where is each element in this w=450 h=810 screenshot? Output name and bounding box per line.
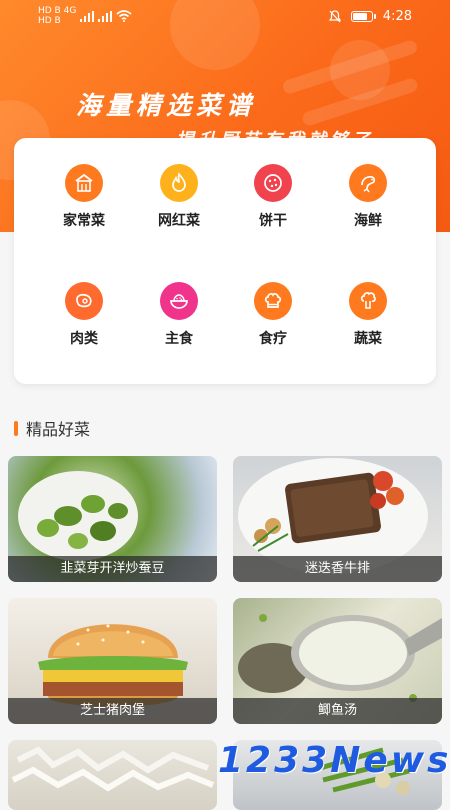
category-staple[interactable]: 主食: [139, 282, 219, 348]
dish-card[interactable]: 韭菜芽开洋炒蚕豆: [8, 456, 217, 582]
dish-name: 迷迭香牛排: [233, 556, 442, 582]
category-therapy[interactable]: 食疗: [233, 282, 313, 348]
network-label-top: HD B 4G: [38, 6, 77, 16]
chef-hat-icon: [254, 282, 292, 320]
wifi-icon: [116, 10, 132, 22]
clock: 4:28: [382, 9, 412, 24]
category-vegetable[interactable]: 蔬菜: [328, 282, 408, 348]
category-trending[interactable]: 网红菜: [139, 164, 219, 230]
dish-card[interactable]: 芝士猪肉堡: [8, 598, 217, 724]
network-label-bottom: HD B: [38, 16, 61, 26]
cookie-icon: [254, 164, 292, 202]
section-title: 精品好菜: [26, 420, 91, 439]
battery-icon: [350, 11, 376, 22]
signal-indicators: HD B 4G HD B: [38, 6, 132, 26]
section-accent-bar: [14, 420, 18, 436]
rice-bowl-icon: [160, 282, 198, 320]
status-bar: HD B 4G HD B 4:28: [0, 0, 450, 36]
dish-name: 芝士猪肉堡: [8, 698, 217, 724]
broccoli-icon: [349, 282, 387, 320]
watermark-logo: 1233News: [218, 740, 450, 781]
mute-icon: [328, 10, 341, 23]
signal-icon: [80, 10, 95, 22]
category-label: 肉类: [70, 331, 98, 347]
category-cookie[interactable]: 饼干: [233, 164, 313, 230]
shrimp-icon: [349, 164, 387, 202]
category-label: 家常菜: [63, 213, 105, 229]
category-label: 主食: [165, 331, 193, 347]
category-meat[interactable]: 肉类: [44, 282, 124, 348]
category-label: 网红菜: [158, 213, 200, 229]
dish-name: 鲫鱼汤: [233, 698, 442, 724]
dish-card[interactable]: 鲫鱼汤: [233, 598, 442, 724]
category-label: 食疗: [259, 331, 287, 347]
meat-icon: [65, 282, 103, 320]
category-seafood[interactable]: 海鲜: [328, 164, 408, 230]
dish-card[interactable]: 迷迭香牛排: [233, 456, 442, 582]
category-home-style[interactable]: 家常菜: [44, 164, 124, 230]
category-label: 海鲜: [354, 213, 382, 229]
signal-icon: [98, 10, 113, 22]
house-icon: [65, 164, 103, 202]
dish-name: 韭菜芽开洋炒蚕豆: [8, 556, 217, 582]
category-label: 蔬菜: [354, 331, 382, 347]
category-label: 饼干: [259, 213, 287, 229]
flame-icon: [160, 164, 198, 202]
section-header: 精品好菜: [14, 416, 90, 440]
banner-title: 海量精选菜谱: [76, 91, 257, 120]
category-grid: 家常菜 网红菜 饼干 海鲜 肉类 主食 食疗 蔬菜: [14, 138, 436, 384]
